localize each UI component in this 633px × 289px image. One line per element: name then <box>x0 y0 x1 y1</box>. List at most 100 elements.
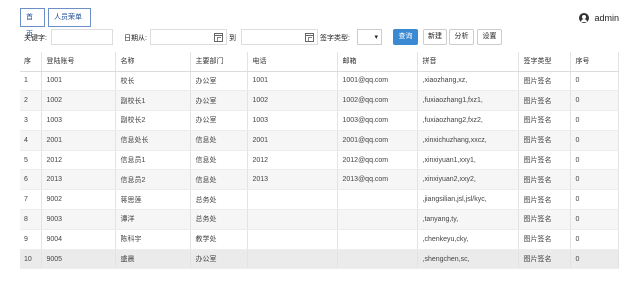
pinyin-cell: ,fuxiaozhang2,fxz2, <box>417 110 519 131</box>
department-cell: 办公室 <box>190 249 248 270</box>
column-header[interactable]: 电话 <box>247 52 338 72</box>
email-cell <box>337 189 418 211</box>
pinyin-cell: ,jiangsilian,jsl,jsl/kyc, <box>417 189 519 211</box>
column-header[interactable]: 名称 <box>115 52 191 72</box>
personnel-table: 序 登陆账号 名称 主要部门 电话 邮箱 拼音 签字类型 序号 1 1001 校长办… <box>20 52 619 270</box>
sort-number-cell: 0 <box>570 229 619 250</box>
sort-number-cell: 0 <box>570 249 619 270</box>
sort-number-cell: 0 <box>570 110 619 131</box>
name-cell: 副校长2 <box>115 110 191 131</box>
query-button[interactable]: 查询 <box>393 29 418 45</box>
calendar-icon[interactable] <box>214 33 223 42</box>
date-to-input[interactable] <box>241 29 318 45</box>
department-cell: 信息处 <box>190 169 248 191</box>
login-account-cell: 9003 <box>41 209 116 230</box>
name-cell: 谭洋 <box>115 209 191 230</box>
new-button[interactable]: 新建 <box>423 29 447 45</box>
user-menu[interactable]: admin <box>579 11 619 25</box>
department-cell: 办公室 <box>190 90 248 112</box>
department-cell: 办公室 <box>190 71 248 92</box>
name-cell: 副校长1 <box>115 90 191 112</box>
column-header[interactable]: 序 <box>20 52 42 72</box>
calendar-icon[interactable] <box>305 33 314 42</box>
login-account-cell: 2013 <box>41 169 116 191</box>
tab-home[interactable]: 首页 <box>20 8 45 38</box>
login-account-cell: 1003 <box>41 110 116 131</box>
chevron-down-icon: ▾ <box>374 34 378 41</box>
date-to-label: 到 <box>229 35 236 42</box>
sort-number-cell: 0 <box>570 169 619 191</box>
row-index-cell: 4 <box>20 130 42 151</box>
login-account-cell: 9002 <box>41 189 116 211</box>
pinyin-cell: ,xiaozhang,xz, <box>417 71 519 92</box>
user-name: admin <box>594 13 619 23</box>
sign-type-cell: 图片签名 <box>518 209 571 230</box>
name-cell: 盛晨 <box>115 249 191 270</box>
table-row[interactable]: 8 9003 谭洋 总务处 ,tanyang,ty, 图片签名 0 <box>20 209 619 230</box>
department-cell: 信息处 <box>190 130 248 151</box>
table-row[interactable]: 5 2012 信息员1 信息处 2012 2012@qq.com ,xinxiyuan1,x… <box>20 150 619 171</box>
table-row[interactable]: 3 1003 副校长2 办公室 1003 1003@qq.com ,fuxiaozhang2… <box>20 110 619 131</box>
name-cell: 校长 <box>115 71 191 92</box>
login-account-cell: 2001 <box>41 130 116 151</box>
column-header[interactable]: 登陆账号 <box>41 52 116 72</box>
column-header[interactable]: 邮箱 <box>337 52 418 72</box>
sign-type-cell: 图片签名 <box>518 110 571 131</box>
email-cell <box>337 209 418 230</box>
name-cell: 蒋思莲 <box>115 189 191 211</box>
column-header[interactable]: 序号 <box>570 52 619 72</box>
table-row[interactable]: 2 1002 副校长1 办公室 1002 1002@qq.com ,fuxiaozhang1… <box>20 90 619 112</box>
phone-cell: 1001 <box>247 71 338 92</box>
table-row[interactable]: 1 1001 校长 办公室 1001 1001@qq.com ,xiaozhang,xz, 图… <box>20 71 619 92</box>
pinyin-cell: ,xinxichuzhang,xxcz, <box>417 130 519 151</box>
phone-cell: 2013 <box>247 169 338 191</box>
department-cell: 信息处 <box>190 150 248 171</box>
email-cell: 2013@qq.com <box>337 169 418 191</box>
sort-number-cell: 0 <box>570 90 619 112</box>
sort-number-cell: 0 <box>570 130 619 151</box>
phone-cell <box>247 189 338 211</box>
email-cell: 1002@qq.com <box>337 90 418 112</box>
column-header[interactable]: 签字类型 <box>518 52 571 72</box>
table-row[interactable]: 7 9002 蒋思莲 总务处 ,jiangsilian,jsl,jsl/kyc, 图片签名… <box>20 189 619 211</box>
keyword-label: 关键字: <box>24 35 47 42</box>
column-header[interactable]: 主要部门 <box>190 52 248 72</box>
pinyin-cell: ,chenkeyu,cky, <box>417 229 519 250</box>
sign-type-cell: 图片签名 <box>518 90 571 112</box>
department-cell: 总务处 <box>190 189 248 211</box>
pinyin-cell: ,shengchen,sc, <box>417 249 519 270</box>
sign-type-cell: 图片签名 <box>518 229 571 250</box>
settings-button[interactable]: 设置 <box>477 29 502 45</box>
row-index-cell: 5 <box>20 150 42 171</box>
date-from-input[interactable] <box>150 29 227 45</box>
login-account-cell: 9005 <box>41 249 116 270</box>
email-cell: 2001@qq.com <box>337 130 418 151</box>
analyze-button[interactable]: 分析 <box>449 29 474 45</box>
name-cell: 信息处长 <box>115 130 191 151</box>
row-index-cell: 6 <box>20 169 42 191</box>
email-cell: 1003@qq.com <box>337 110 418 131</box>
table-header: 序 登陆账号 名称 主要部门 电话 邮箱 拼音 签字类型 序号 <box>20 52 619 72</box>
name-cell: 信息员2 <box>115 169 191 191</box>
phone-cell: 2001 <box>247 130 338 151</box>
pinyin-cell: ,fuxiaozhang1,fxz1, <box>417 90 519 112</box>
row-index-cell: 10 <box>20 249 42 270</box>
table-row[interactable]: 6 2013 信息员2 信息处 2013 2013@qq.com ,xinxiyuan2,x… <box>20 169 619 191</box>
table-row[interactable]: 10 9005 盛晨 办公室 ,shengchen,sc, 图片签名 0 <box>20 249 619 270</box>
sort-number-cell: 0 <box>570 189 619 211</box>
phone-cell <box>247 249 338 270</box>
table-row[interactable]: 9 9004 陈科宇 教学处 ,chenkeyu,cky, 图片签名 0 <box>20 229 619 250</box>
tab-personnel-list[interactable]: 人员荣单× <box>48 8 91 38</box>
keyword-input[interactable] <box>51 29 113 45</box>
sign-type-select[interactable]: ▾ <box>357 29 382 45</box>
phone-cell: 1003 <box>247 110 338 131</box>
phone-cell: 1002 <box>247 90 338 112</box>
sign-type-label: 签字类型: <box>320 35 350 42</box>
email-cell: 1001@qq.com <box>337 71 418 92</box>
column-header[interactable]: 拼音 <box>417 52 519 72</box>
tab-personnel-list-label: 人员荣单 <box>54 14 82 21</box>
row-index-cell: 3 <box>20 110 42 131</box>
sign-type-cell: 图片签名 <box>518 130 571 151</box>
table-row[interactable]: 4 2001 信息处长 信息处 2001 2001@qq.com ,xinxichuzhan… <box>20 130 619 151</box>
login-account-cell: 1002 <box>41 90 116 112</box>
